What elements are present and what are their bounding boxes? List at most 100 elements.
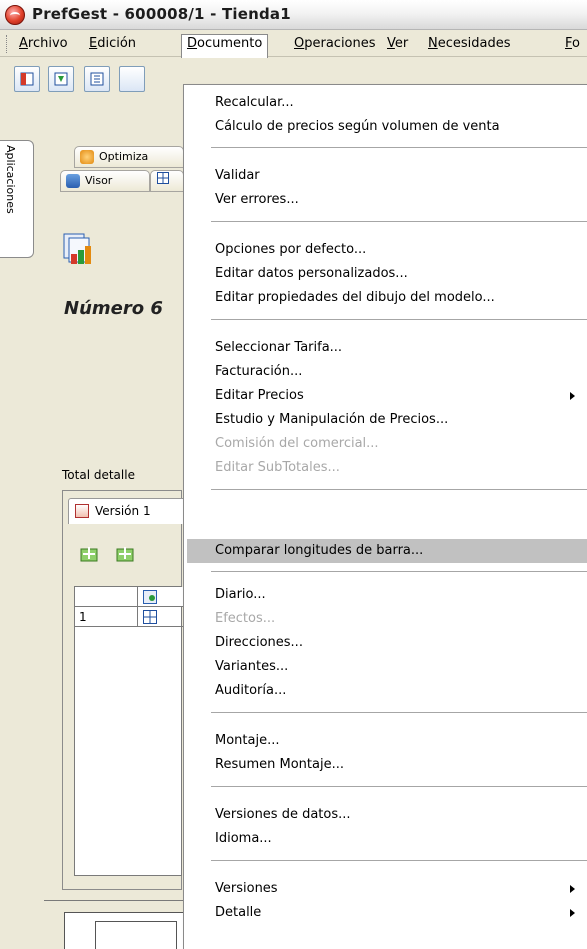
menu-item-opciones-defecto[interactable]: Opciones por defecto... bbox=[184, 238, 587, 262]
menu-item-label: Idioma... bbox=[215, 831, 272, 846]
menu-item-auditoria[interactable]: Auditoría... bbox=[184, 679, 587, 703]
menu-item-editar-subtotales: Editar SubTotales... bbox=[184, 456, 587, 480]
submenu-arrow-icon bbox=[570, 392, 575, 400]
menu-separator bbox=[211, 712, 587, 713]
menu-item-versiones-datos[interactable]: Versiones de datos... bbox=[184, 803, 587, 827]
tab-visor[interactable]: Visor bbox=[60, 170, 150, 192]
menu-item-label: Comisión del comercial... bbox=[215, 436, 379, 451]
menu-item-efectos: Efectos... bbox=[184, 607, 587, 631]
menu-separator bbox=[211, 786, 587, 787]
menu-separator bbox=[211, 860, 587, 861]
optimiza-icon bbox=[80, 150, 94, 164]
menu-item-detalle[interactable]: Detalle bbox=[184, 901, 587, 925]
tab-version-1[interactable]: Versión 1 bbox=[68, 498, 188, 524]
menu-item-label: Efectos... bbox=[215, 611, 276, 626]
applications-side-tab[interactable]: Aplicaciones bbox=[0, 140, 34, 258]
app-tabstrip: Optimiza Visor bbox=[44, 146, 184, 196]
menu-item-seleccionar-tarifa[interactable]: Seleccionar Tarifa... bbox=[184, 336, 587, 360]
menu-item-label: Seleccionar Tarifa... bbox=[215, 340, 343, 355]
menu-item-label: Versiones de datos... bbox=[215, 807, 351, 822]
menu-separator bbox=[211, 221, 587, 222]
menu-item-validar[interactable]: Validar bbox=[184, 164, 587, 188]
tab-visor-label: Visor bbox=[85, 174, 113, 187]
menu-item-label: Editar datos personalizados... bbox=[215, 266, 408, 281]
add-green-icon[interactable] bbox=[114, 544, 136, 564]
new-window-button[interactable] bbox=[14, 66, 40, 92]
menu-item-label: Facturación... bbox=[215, 364, 303, 379]
menu-separator bbox=[211, 571, 587, 572]
menu-item-variantes[interactable]: Variantes... bbox=[184, 655, 587, 679]
grid-icon bbox=[143, 610, 157, 624]
menu-edicion[interactable]: Edición bbox=[84, 35, 141, 55]
menu-operaciones[interactable]: Operaciones bbox=[289, 35, 381, 55]
menu-item-label: Estudio y Manipulación de Precios... bbox=[215, 412, 449, 427]
menu-item-label: Diario... bbox=[215, 587, 266, 602]
app-logo-icon bbox=[5, 5, 25, 25]
menu-fo[interactable]: Fo bbox=[560, 35, 585, 55]
menu-separator bbox=[211, 147, 587, 148]
menu-grip[interactable] bbox=[6, 35, 9, 53]
arrow-down-icon bbox=[54, 72, 68, 86]
menu-item-label: Detalle bbox=[215, 905, 262, 920]
menu-item-montaje[interactable]: Montaje... bbox=[184, 729, 587, 753]
menu-documento[interactable]: Documento bbox=[181, 34, 269, 58]
visor-icon bbox=[66, 174, 80, 188]
tab-optimiza-label: Optimiza bbox=[99, 150, 149, 163]
detail-grid[interactable]: 1 bbox=[74, 586, 183, 876]
grid-header bbox=[75, 587, 183, 607]
menu-item-editar-datos[interactable]: Editar datos personalizados... bbox=[184, 262, 587, 286]
menu-item-editar-propiedades-dibujo[interactable]: Editar propiedades del dibujo del modelo… bbox=[184, 286, 587, 310]
menu-item-label: Auditoría... bbox=[215, 683, 287, 698]
grid-icon bbox=[157, 172, 169, 184]
menu-item-diario[interactable]: Diario... bbox=[184, 583, 587, 607]
menu-archivo[interactable]: Archivo bbox=[14, 35, 73, 55]
menu-separator bbox=[211, 319, 587, 320]
submenu-arrow-icon bbox=[570, 909, 575, 917]
tab-optimiza[interactable]: Optimiza bbox=[74, 146, 184, 168]
menu-item-comparar-longitudes[interactable]: Comparar longitudes de barra... bbox=[187, 539, 587, 563]
menu-item-label: Cálculo de precios según volumen de vent… bbox=[215, 119, 500, 134]
download-button[interactable] bbox=[48, 66, 74, 92]
menu-item-label: Editar propiedades del dibujo del modelo… bbox=[215, 290, 495, 305]
menu-item-label: Validar bbox=[215, 168, 260, 183]
menu-item-versiones[interactable]: Versiones bbox=[184, 877, 587, 901]
row-number: 1 bbox=[79, 610, 87, 624]
menu-item-resumen-montaje[interactable]: Resumen Montaje... bbox=[184, 753, 587, 777]
menu-item-ver-errores[interactable]: Ver errores... bbox=[184, 188, 587, 212]
menu-item-label: Variantes... bbox=[215, 659, 289, 674]
menu-item-label: Comparar longitudes de barra... bbox=[215, 543, 424, 558]
table-row[interactable]: 1 bbox=[75, 607, 183, 627]
menu-bar: Archivo Edición Documento Operaciones Ve… bbox=[0, 31, 587, 58]
toolbar-button-4[interactable] bbox=[119, 66, 145, 92]
list-button[interactable] bbox=[84, 66, 110, 92]
menu-item-idioma[interactable]: Idioma... bbox=[184, 827, 587, 851]
menu-item-label: Resumen Montaje... bbox=[215, 757, 344, 772]
menu-item-estudio-precios[interactable]: Estudio y Manipulación de Precios... bbox=[184, 408, 587, 432]
version-tab-label: Versión 1 bbox=[95, 504, 151, 518]
menu-item-label: Opciones por defecto... bbox=[215, 242, 367, 257]
submenu-arrow-icon bbox=[570, 885, 575, 893]
menu-ver[interactable]: Ver bbox=[382, 35, 413, 55]
total-detalle-label: Total detalle bbox=[62, 468, 135, 482]
people-grid-icon bbox=[143, 590, 157, 604]
red-window-icon bbox=[20, 72, 34, 86]
menu-item-comision: Comisión del comercial... bbox=[184, 432, 587, 456]
tab-grid[interactable] bbox=[150, 170, 184, 192]
document-number: Número 6 bbox=[64, 298, 163, 319]
add-green-icon[interactable] bbox=[78, 544, 100, 564]
menu-necesidades[interactable]: Necesidades bbox=[423, 35, 516, 55]
menu-item-editar-precios[interactable]: Editar Precios bbox=[184, 384, 587, 408]
title-bar: PrefGest - 600008/1 - Tienda1 bbox=[0, 0, 587, 30]
menu-item-recalcular[interactable]: Recalcular... bbox=[184, 91, 587, 115]
menu-item-facturacion[interactable]: Facturación... bbox=[184, 360, 587, 384]
menu-item-direcciones[interactable]: Direcciones... bbox=[184, 631, 587, 655]
window-title: PrefGest - 600008/1 - Tienda1 bbox=[32, 5, 291, 23]
menu-item-label: Editar SubTotales... bbox=[215, 460, 340, 475]
menu-item-label: Versiones bbox=[215, 881, 278, 896]
menu-item-label: Direcciones... bbox=[215, 635, 303, 650]
documento-dropdown-menu: Recalcular... Cálculo de precios según v… bbox=[183, 84, 587, 949]
divider bbox=[44, 900, 184, 901]
menu-item-label: Recalcular... bbox=[215, 95, 294, 110]
menu-item-label: Ver errores... bbox=[215, 192, 299, 207]
menu-item-calculo-precios[interactable]: Cálculo de precios según volumen de vent… bbox=[184, 115, 587, 139]
